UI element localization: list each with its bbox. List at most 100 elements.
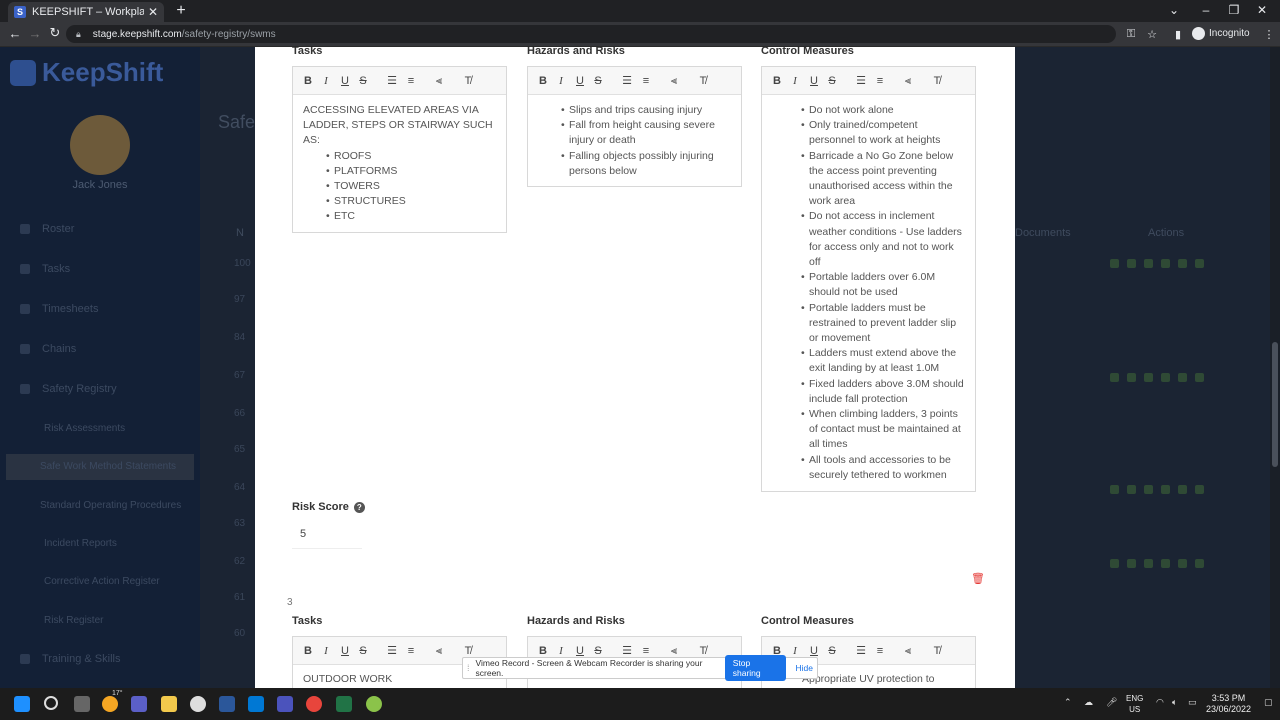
tasks-content[interactable]: ACCESSING ELEVATED AREAS VIA LADDER, STE…	[293, 95, 506, 233]
teams-icon[interactable]	[277, 696, 293, 712]
bold-icon[interactable]: B	[535, 73, 551, 89]
bold-icon[interactable]: B	[769, 73, 785, 89]
clear-format-icon[interactable]: T̸	[929, 73, 945, 89]
tasks-editor[interactable]: B I U S ☰ ≡ ⫷ T̸ ACCESSING ELEVATED AREA…	[292, 66, 507, 233]
bold-icon[interactable]: B	[300, 643, 316, 659]
ordered-list-icon[interactable]: ☰	[619, 73, 635, 89]
language-indicator[interactable]: ENG US	[1126, 693, 1143, 715]
browser-tab[interactable]: S KEEPSHIFT – Workplace manage ✕	[8, 2, 164, 22]
ordered-list-icon[interactable]: ☰	[384, 643, 400, 659]
bullet-list-icon[interactable]: ≡	[403, 643, 419, 659]
bullet-list-icon[interactable]: ≡	[638, 73, 654, 89]
chrome-icon[interactable]	[306, 696, 322, 712]
incognito-indicator[interactable]: Incognito	[1192, 27, 1250, 40]
address-bar[interactable]: 🔒︎ stage.keepshift.com/safety-registry/s…	[66, 25, 1116, 43]
strikethrough-icon[interactable]: S	[824, 73, 840, 89]
strikethrough-icon[interactable]: S	[824, 643, 840, 659]
clear-format-icon[interactable]: T̸	[695, 73, 711, 89]
battery-icon[interactable]: ▭	[1188, 697, 1197, 708]
strikethrough-icon[interactable]: S	[355, 73, 371, 89]
underline-icon[interactable]: U	[572, 73, 588, 89]
word-icon[interactable]	[219, 696, 235, 712]
sidebar-subitem-sop: Standard Operating Procedures	[40, 500, 182, 511]
italic-icon[interactable]: I	[553, 73, 569, 89]
clear-format-icon[interactable]: T̸	[929, 643, 945, 659]
restore-icon[interactable]: ❐	[1224, 2, 1244, 18]
italic-icon[interactable]: I	[318, 73, 334, 89]
bookmark-star-icon[interactable]: ☆	[1145, 28, 1159, 41]
lang-bottom: US	[1129, 705, 1141, 714]
forward-icon[interactable]: →	[26, 26, 44, 42]
keepshift-logo-icon	[10, 59, 36, 86]
teams-chat-icon[interactable]	[131, 696, 147, 712]
tab-title: KEEPSHIFT – Workplace manage	[32, 6, 144, 18]
align-icon[interactable]: ⫷	[900, 73, 916, 89]
strikethrough-icon[interactable]: S	[590, 73, 606, 89]
align-icon[interactable]: ⫷	[431, 643, 447, 659]
hazards-editor[interactable]: B I U S ☰ ≡ ⫷ T̸ Slips and trips causing…	[527, 66, 742, 187]
minimize-icon[interactable]: –	[1196, 2, 1216, 18]
align-icon[interactable]: ⫷	[431, 73, 447, 89]
controls-content[interactable]: Do not work alone Only trained/competent…	[762, 95, 975, 491]
hide-button[interactable]: Hide	[796, 663, 813, 673]
system-clock[interactable]: 3:53 PM 23/06/2022	[1206, 693, 1251, 715]
outlook-icon[interactable]	[248, 696, 264, 712]
key-icon[interactable]: ⚿	[1124, 28, 1138, 41]
list-item: Fall from height causing severe injury o…	[561, 118, 731, 148]
controls-editor[interactable]: B I U S ☰ ≡ ⫷ T̸ Do not work alone Only …	[761, 66, 976, 492]
editor-toolbar: B I U S ☰ ≡ ⫷ T̸	[762, 67, 975, 95]
new-tab-icon[interactable]: +	[172, 2, 190, 20]
clear-format-icon[interactable]: T̸	[460, 73, 476, 89]
tray-chevron-icon[interactable]: ⌃	[1064, 697, 1072, 708]
drag-handle-icon[interactable]: ⁞	[467, 663, 470, 673]
back-icon[interactable]: ←	[6, 26, 24, 42]
search-icon[interactable]	[44, 696, 58, 710]
reload-icon[interactable]: ↻	[46, 25, 64, 41]
wifi-icon[interactable]: ◠	[1156, 697, 1164, 708]
sidebar-item-roster: Roster	[20, 223, 190, 235]
tab-close-icon[interactable]: ✕	[148, 5, 158, 19]
weather-icon[interactable]	[102, 696, 118, 712]
underline-icon[interactable]: U	[337, 643, 353, 659]
ordered-list-icon[interactable]: ☰	[853, 643, 869, 659]
volume-icon[interactable]: 🔈︎	[1172, 697, 1177, 708]
windows-start-icon[interactable]	[14, 696, 30, 712]
background-row-number: 60	[234, 628, 246, 639]
scrollbar-thumb[interactable]	[1272, 342, 1278, 467]
help-icon[interactable]: ?	[353, 501, 365, 513]
bullet-list-icon[interactable]: ≡	[872, 73, 888, 89]
bold-icon[interactable]: B	[300, 73, 316, 89]
sidebar-subitem-corrective-action: Corrective Action Register	[44, 576, 160, 587]
bullet-list-icon[interactable]: ≡	[872, 643, 888, 659]
window-close-icon[interactable]: ✕	[1252, 2, 1272, 18]
bullet-list-icon[interactable]: ≡	[403, 73, 419, 89]
browser-menu-icon[interactable]: ⋮	[1262, 28, 1276, 41]
align-icon[interactable]: ⫷	[900, 643, 916, 659]
underline-icon[interactable]: U	[337, 73, 353, 89]
italic-icon[interactable]: I	[318, 643, 334, 659]
github-icon[interactable]	[190, 696, 206, 712]
tab-search-icon[interactable]: ⌄	[1164, 2, 1184, 18]
background-row-actions	[1110, 483, 1220, 494]
notifications-icon[interactable]: ▢	[1264, 697, 1273, 708]
hazards-label: Hazards and Risks	[527, 615, 625, 627]
stop-sharing-button[interactable]: Stop sharing	[724, 655, 786, 681]
side-panel-icon[interactable]: ▮	[1171, 28, 1185, 41]
align-icon[interactable]: ⫷	[666, 73, 682, 89]
onedrive-icon[interactable]: ☁	[1084, 697, 1093, 708]
file-explorer-icon[interactable]	[161, 696, 177, 712]
hazards-content[interactable]: Slips and trips causing injury Fall from…	[528, 95, 741, 187]
list-item: Do not work alone	[801, 103, 965, 118]
ordered-list-icon[interactable]: ☰	[384, 73, 400, 89]
app-icon[interactable]	[366, 696, 382, 712]
delete-row-icon[interactable]: 🗑︎	[971, 573, 985, 585]
page-scrollbar[interactable]	[1270, 47, 1280, 688]
risk-score-input[interactable]: 5	[292, 521, 362, 549]
italic-icon[interactable]: I	[787, 73, 803, 89]
excel-icon[interactable]	[336, 696, 352, 712]
underline-icon[interactable]: U	[806, 73, 822, 89]
microphone-icon[interactable]: 🎤︎	[1106, 697, 1117, 708]
ordered-list-icon[interactable]: ☰	[853, 73, 869, 89]
task-view-icon[interactable]	[74, 696, 90, 712]
strikethrough-icon[interactable]: S	[355, 643, 371, 659]
